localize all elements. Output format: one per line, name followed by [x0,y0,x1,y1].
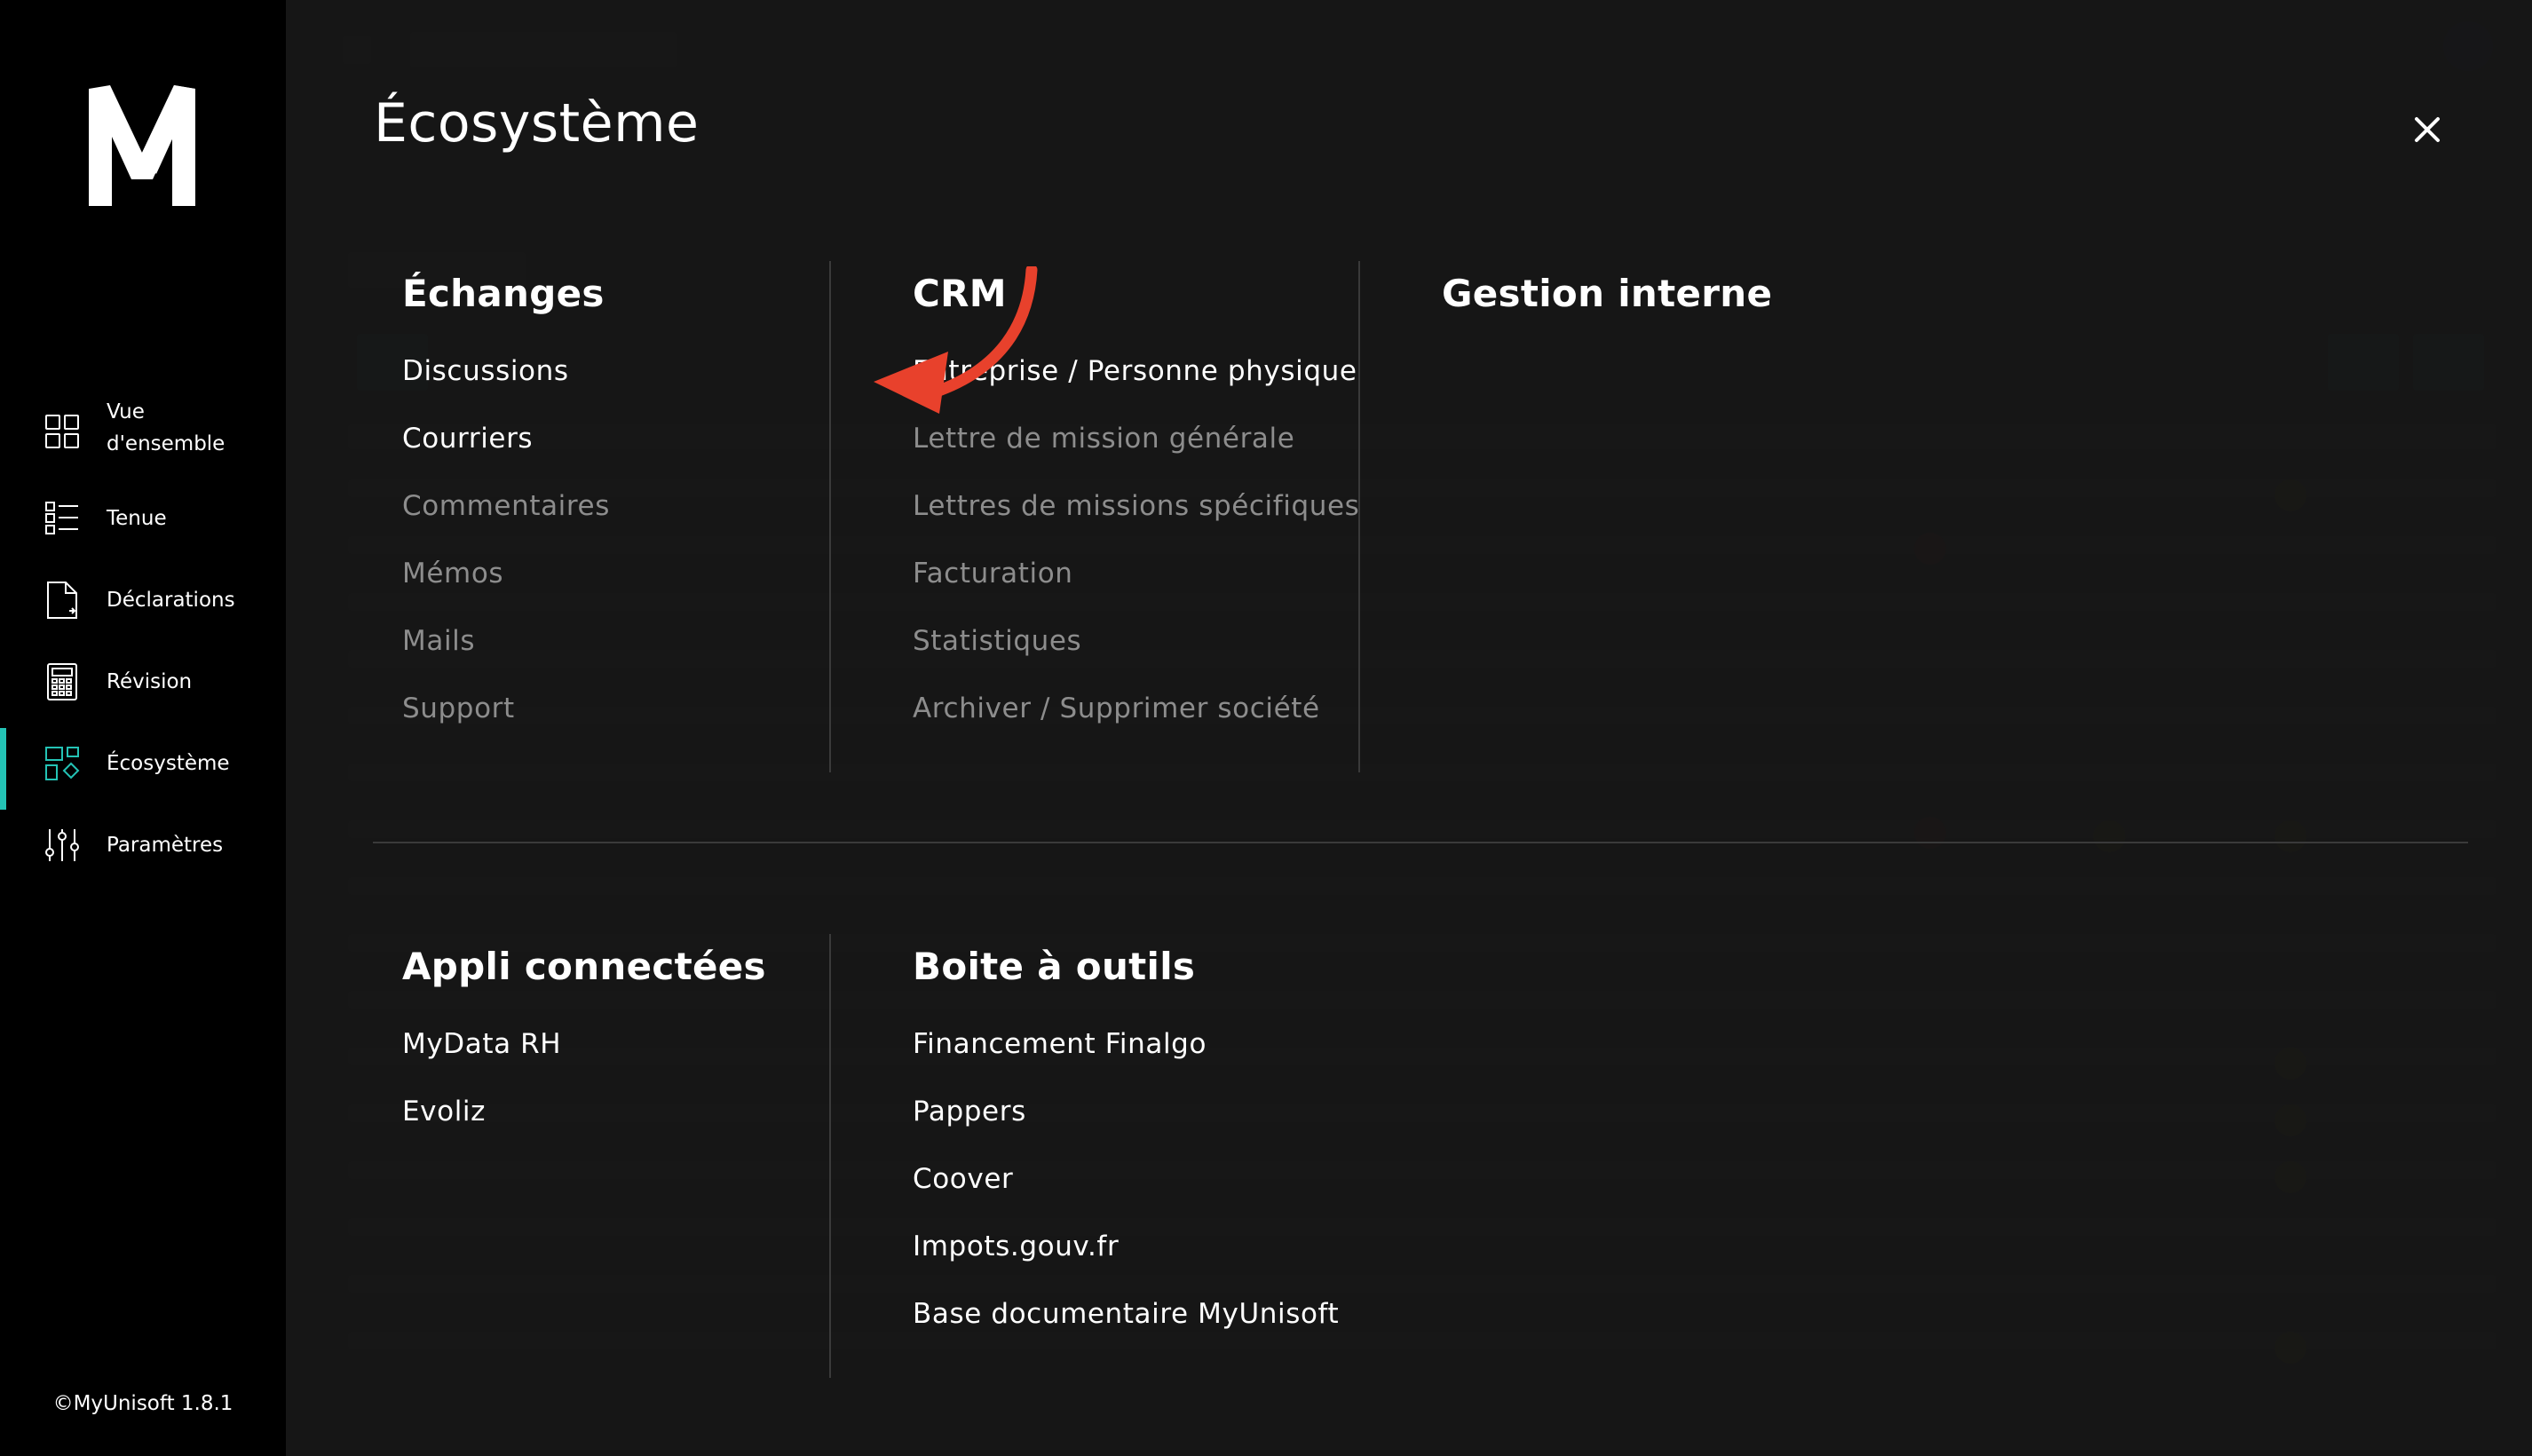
list-icon [45,502,78,534]
sidebar-item-tenue[interactable]: Tenue [0,502,286,534]
section-title: Boite à outils [913,945,1196,988]
main-area: Écosystème Échanges Discussions Courrier… [286,0,2532,1456]
app-version: ©MyUnisoft 1.8.1 [52,1392,233,1415]
menu-item-lettre-mission-generale[interactable]: Lettre de mission générale [913,422,1359,455]
sliders-icon [45,829,79,861]
sidebar-item-label: Déclarations [107,589,235,612]
section-title: Gestion interne [1442,272,1773,315]
menu-list: Discussions Courriers Commentaires Mémos… [402,354,610,725]
menu-item-discussions[interactable]: Discussions [402,354,610,388]
menu-item-memos[interactable]: Mémos [402,557,610,590]
menu-item-base-documentaire[interactable]: Base documentaire MyUnisoft [913,1297,1339,1331]
menu-item-financement-finalgo[interactable]: Financement Finalgo [913,1027,1339,1061]
sidebar-item-label: d'ensemble [107,432,226,455]
modal-overlay [286,0,2532,1456]
sidebar: Vue d'ensemble Tenue Déclarations Révisi… [0,0,286,1456]
section-appli-connectees: Appli connectées MyData RH Evoliz [402,945,766,1162]
sidebar-item-parametres[interactable]: Paramètres [0,829,286,861]
menu-item-commentaires[interactable]: Commentaires [402,489,610,523]
menu-item-archiver-supprimer[interactable]: Archiver / Supprimer société [913,692,1359,725]
menu-item-mydata-rh[interactable]: MyData RH [402,1027,766,1061]
section-boite-outils: Boite à outils Financement Finalgo Pappe… [913,945,1339,1365]
menu-item-pappers[interactable]: Pappers [913,1095,1339,1128]
menu-item-evoliz[interactable]: Evoliz [402,1095,766,1128]
menu-item-facturation[interactable]: Facturation [913,557,1359,590]
menu-item-impots-gouv[interactable]: Impots.gouv.fr [913,1230,1339,1263]
calculator-icon [47,663,77,700]
section-title: Échanges [402,272,605,315]
menu-item-statistiques[interactable]: Statistiques [913,624,1359,658]
section-echanges: Échanges Discussions Courriers Commentai… [402,272,610,759]
sidebar-item-label: Vue [107,400,145,423]
sidebar-item-ecosysteme[interactable]: Écosystème [0,728,286,810]
menu-list: Financement Finalgo Pappers Coover Impot… [913,1027,1339,1331]
ecosystem-icon [45,747,80,780]
sidebar-item-label: Révision [107,670,193,693]
sidebar-item-label: Écosystème [107,752,230,775]
sidebar-item-label: Paramètres [107,834,224,857]
section-gestion-interne: Gestion interne [1442,272,1772,354]
close-icon[interactable] [2404,107,2450,153]
menu-item-mails[interactable]: Mails [402,624,610,658]
menu-item-support[interactable]: Support [402,692,610,725]
menu-item-coover[interactable]: Coover [913,1162,1339,1196]
document-icon [47,582,77,619]
grid-icon [45,415,79,448]
column-divider [829,934,831,1378]
sidebar-item-declarations[interactable]: Déclarations [0,582,286,619]
myunisoft-logo[interactable] [85,82,199,210]
sidebar-item-label: Tenue [107,507,167,530]
menu-list: MyData RH Evoliz [402,1027,766,1128]
menu-item-lettres-missions-specifiques[interactable]: Lettres de missions spécifiques [913,489,1359,523]
row-divider [373,842,2468,843]
sidebar-item-revision[interactable]: Révision [0,663,286,700]
annotation-arrow-icon [874,266,1038,414]
menu-item-courriers[interactable]: Courriers [402,422,610,455]
section-title: Appli connectées [402,945,766,988]
sidebar-item-vue-ensemble[interactable]: Vue d'ensemble [0,396,286,467]
modal-title: Écosystème [374,92,700,154]
column-divider [829,261,831,772]
